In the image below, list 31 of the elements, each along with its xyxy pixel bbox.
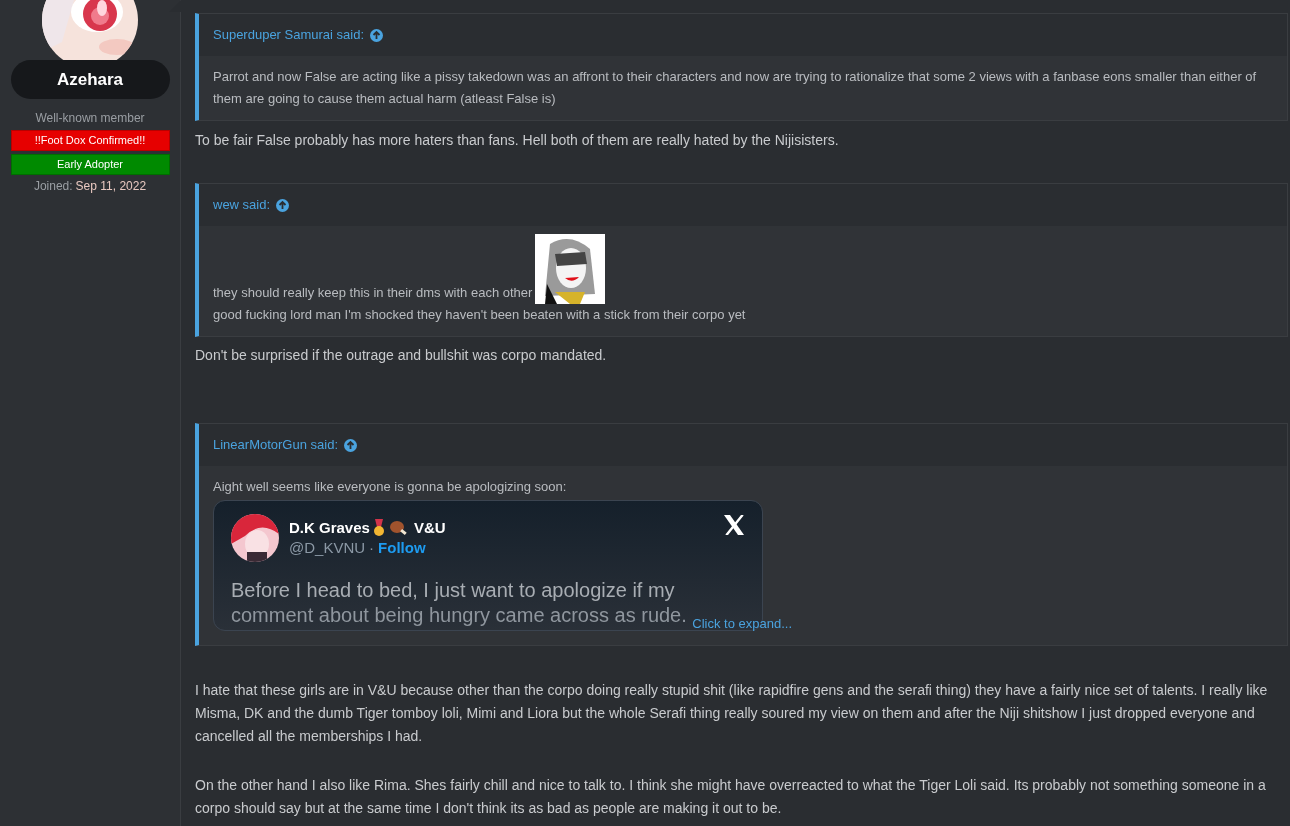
expand-link[interactable]: Click to expand... bbox=[692, 613, 792, 635]
arrow-up-icon[interactable] bbox=[370, 28, 384, 42]
quote-text: they should really keep this in their dms with each other bbox=[213, 284, 533, 302]
joined-date: Sep 11, 2022 bbox=[75, 178, 147, 195]
tweet-handle: @D_KVNU bbox=[289, 538, 366, 558]
post-text: Don't be surprised if the outrage and bullshit was corpo mandated. bbox=[195, 346, 608, 365]
arrow-up-icon[interactable] bbox=[276, 198, 290, 212]
arrow-up-icon[interactable] bbox=[344, 438, 357, 452]
quote-author-link[interactable]: Superduper Samurai said: bbox=[213, 25, 365, 45]
quote-text: Parrot and now False are acting like a pissy takedown was an affront to their characters and now are trying to rationalize that some 2 views with a fanbase eons smaller than either of them are going to cause them actual harm (atleast False is) bbox=[213, 68, 1258, 108]
quote-text: Aight well seems like everyone is gonna be apologizing soon: bbox=[213, 478, 567, 496]
post-text: On the other hand I also like Rima. Shes fairly chill and nice to talk to. I think she might have overreacted to what the Tiger Loli said. Its probably not something someone in a corpo should say but at the same time I don't think its as bad as people are making it out to be. bbox=[195, 776, 1267, 818]
user-banner: !!Foot Dox Confirmed!! bbox=[10, 130, 170, 151]
quote-text: good fucking lord man I'm shocked they haven't been beaten with a stick from their corpo yet bbox=[213, 306, 746, 324]
tweet-text: comment about being hungry came across as rude. bbox=[231, 603, 687, 628]
x-logo-icon[interactable] bbox=[723, 515, 745, 535]
quote-author-link[interactable]: wew said: bbox=[213, 195, 271, 215]
medal-icon bbox=[371, 519, 386, 537]
separator-dot: · bbox=[369, 538, 375, 558]
follow-link[interactable]: Follow bbox=[378, 538, 426, 558]
user-banner: Early Adopter bbox=[10, 154, 170, 175]
username[interactable]: Azehara bbox=[10, 60, 170, 99]
user-title: Well-known member bbox=[35, 110, 145, 127]
tweet-author-tag: V&U bbox=[413, 518, 446, 538]
meat-icon bbox=[387, 519, 408, 537]
post-text: I hate that these girls are in V&U because other than the corpo doing really stupid shit (like rapidfire gens and the serafi thing) they have a fairly nice set of talents. I really like Misma, DK and the dumb Tiger tomboy loli, Mimi and Liora but the whole Serafi thing really soured my view on them and after the Niji shitshow I just dropped everyone and cancelled all the memberships I had. bbox=[195, 681, 1269, 746]
joined-label: Joined: bbox=[33, 178, 73, 195]
quote-author-link[interactable]: LinearMotorGun said: bbox=[213, 435, 338, 455]
tweet-author-name: D.K Graves bbox=[289, 518, 370, 538]
tweet-text: Before I head to bed, I just want to apologize if my bbox=[231, 578, 675, 603]
post-text: To be fair False probably has more haters than fans. Hell both of them are really hated by the Nijisisters. bbox=[195, 131, 840, 150]
